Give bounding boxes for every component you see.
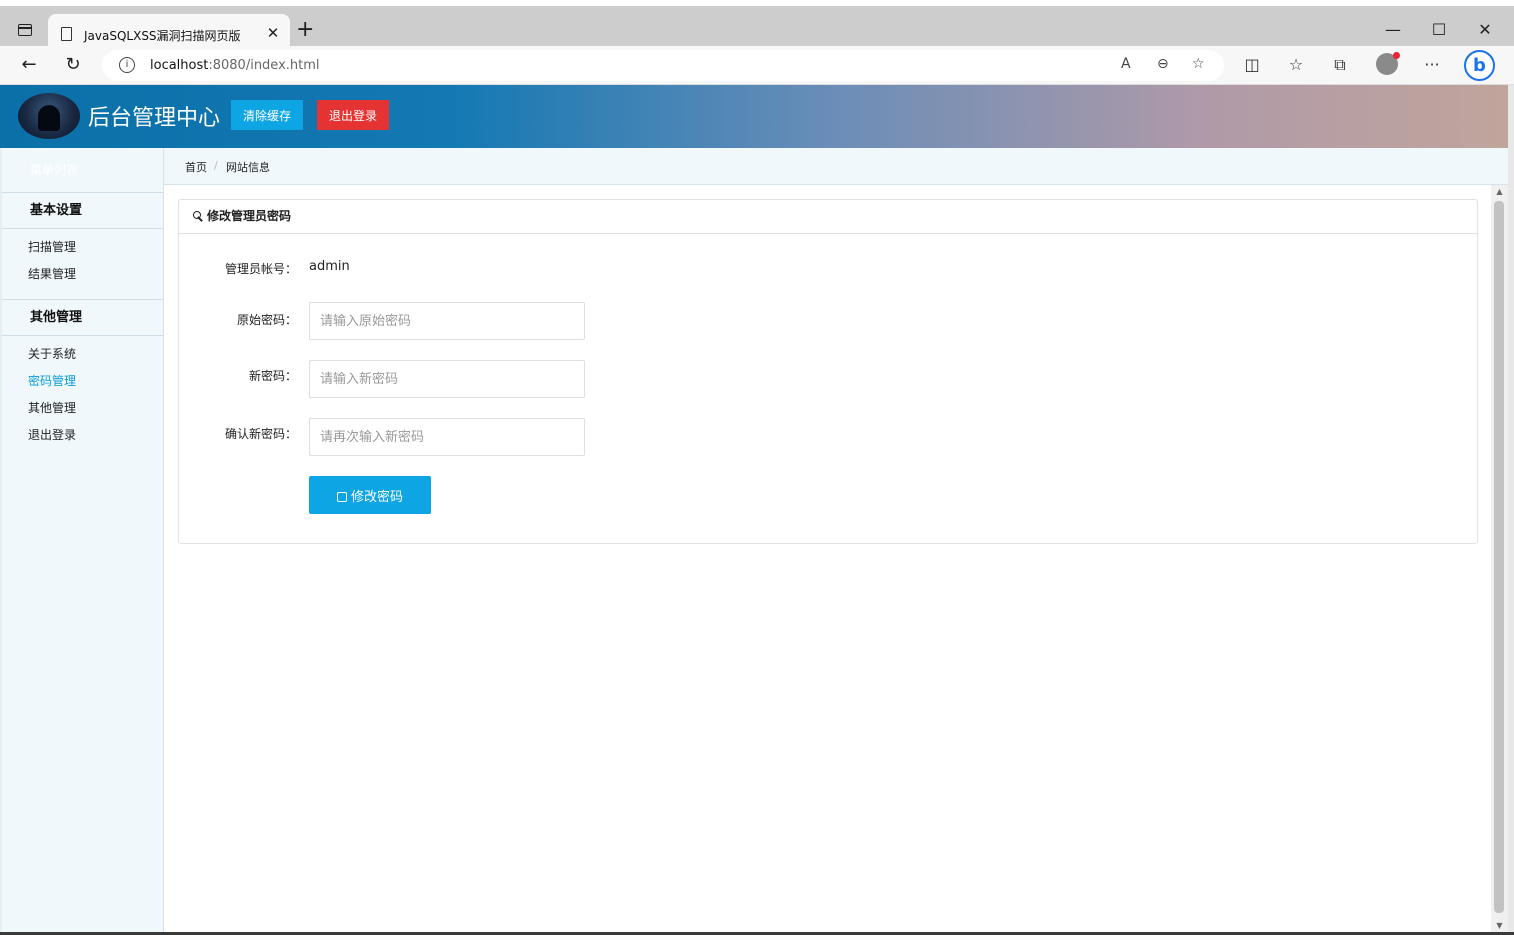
account-row: 管理员帐号： admin: [179, 259, 1477, 280]
back-arrow-icon[interactable]: ←: [16, 54, 42, 75]
submit-row: 修改密码: [179, 476, 1477, 514]
address-toolbar: ← ↻ i localhost:8080/index.html A ⊖ ☆ ◫ …: [0, 46, 1514, 85]
more-menu-icon[interactable]: ···: [1420, 55, 1444, 74]
scroll-thumb[interactable]: [1494, 201, 1504, 913]
check-square-icon: [336, 491, 347, 502]
scroll-up-icon[interactable]: ▲: [1491, 187, 1508, 196]
new-tab-icon[interactable]: +: [296, 19, 314, 41]
scroll-down-icon[interactable]: ▼: [1491, 921, 1508, 930]
sidebar-item-scan[interactable]: 扫描管理: [2, 237, 163, 264]
change-password-panel: 修改管理员密码 管理员帐号： admin 原始密码： 新密码： 确认新密码： 修…: [178, 199, 1478, 544]
url-bar[interactable]: i localhost:8080/index.html A ⊖ ☆: [102, 50, 1224, 81]
add-favorite-icon[interactable]: ☆: [1192, 56, 1205, 72]
tab-actions-icon[interactable]: [12, 20, 38, 40]
breadcrumb: 首页 / 网站信息: [164, 148, 1508, 185]
sidebar: 菜单列表 基本设置 扫描管理 结果管理 其他管理 关于系统 密码管理 其他管理 …: [0, 148, 164, 932]
sidebar-group-other[interactable]: 其他管理: [2, 300, 163, 336]
info-icon[interactable]: i: [119, 57, 135, 73]
sidebar-item-about[interactable]: 关于系统: [2, 344, 163, 371]
collections-icon[interactable]: ⧉: [1328, 55, 1352, 75]
bing-icon[interactable]: b: [1464, 50, 1495, 81]
confirm-password-row: 确认新密码：: [179, 418, 1477, 456]
change-password-button-label: 修改密码: [350, 489, 403, 505]
tab-close-icon[interactable]: ✕: [264, 24, 282, 42]
old-password-input[interactable]: [309, 302, 585, 340]
breadcrumb-separator: /: [214, 159, 218, 172]
document-icon: [61, 27, 72, 41]
logout-button[interactable]: 退出登录: [317, 100, 389, 130]
read-aloud-icon[interactable]: A: [1121, 56, 1131, 72]
sidebar-item-results[interactable]: 结果管理: [2, 264, 163, 291]
refresh-icon[interactable]: ↻: [60, 54, 86, 75]
panel-title: 修改管理员密码: [207, 209, 292, 223]
key-icon: [193, 211, 203, 221]
confirm-password-input[interactable]: [309, 418, 585, 456]
change-password-button[interactable]: 修改密码: [309, 476, 431, 514]
sidebar-group-basic-items: 扫描管理 结果管理: [2, 229, 163, 300]
old-password-row: 原始密码：: [179, 302, 1477, 340]
minimize-icon[interactable]: —: [1378, 20, 1408, 39]
favorites-icon[interactable]: ☆: [1284, 55, 1308, 74]
maximize-icon[interactable]: ☐: [1424, 20, 1454, 39]
logo: [18, 93, 80, 139]
url-text[interactable]: localhost:8080/index.html: [150, 58, 320, 73]
new-password-row: 新密码：: [179, 360, 1477, 398]
sidebar-item-password[interactable]: 密码管理: [2, 371, 163, 398]
split-screen-icon[interactable]: ◫: [1240, 55, 1264, 74]
profile-avatar-icon[interactable]: [1376, 52, 1400, 75]
app-title: 后台管理中心: [88, 106, 221, 131]
page-scrollbar[interactable]: ▲ ▼: [1491, 185, 1508, 932]
new-password-label: 新密码：: [248, 369, 297, 383]
browser-titlebar: JavaSQLXSS漏洞扫描网页版 ✕ + — ☐ ✕: [0, 0, 1514, 52]
account-label: 管理员帐号：: [224, 262, 297, 276]
sidebar-group-basic[interactable]: 基本设置: [2, 193, 163, 229]
clear-cache-button[interactable]: 清除缓存: [231, 100, 303, 130]
panel-header: 修改管理员密码: [179, 200, 1477, 234]
zoom-out-icon[interactable]: ⊖: [1157, 56, 1169, 72]
account-value: admin: [309, 259, 350, 274]
sidebar-item-other[interactable]: 其他管理: [2, 398, 163, 425]
breadcrumb-current: 网站信息: [226, 161, 270, 174]
new-password-input[interactable]: [309, 360, 585, 398]
sidebar-group-other-items: 关于系统 密码管理 其他管理 退出登录: [2, 336, 163, 460]
window-close-icon[interactable]: ✕: [1470, 20, 1500, 39]
app-header: 后台管理中心 清除缓存 退出登录: [0, 85, 1508, 148]
confirm-password-label: 确认新密码：: [224, 427, 297, 441]
old-password-label: 原始密码：: [236, 313, 297, 327]
breadcrumb-home[interactable]: 首页: [185, 159, 207, 175]
sidebar-item-logout[interactable]: 退出登录: [2, 425, 163, 452]
sidebar-head: 菜单列表: [2, 148, 163, 193]
window-right-edge: [1508, 85, 1514, 935]
tab-title: JavaSQLXSS漏洞扫描网页版: [84, 29, 241, 43]
